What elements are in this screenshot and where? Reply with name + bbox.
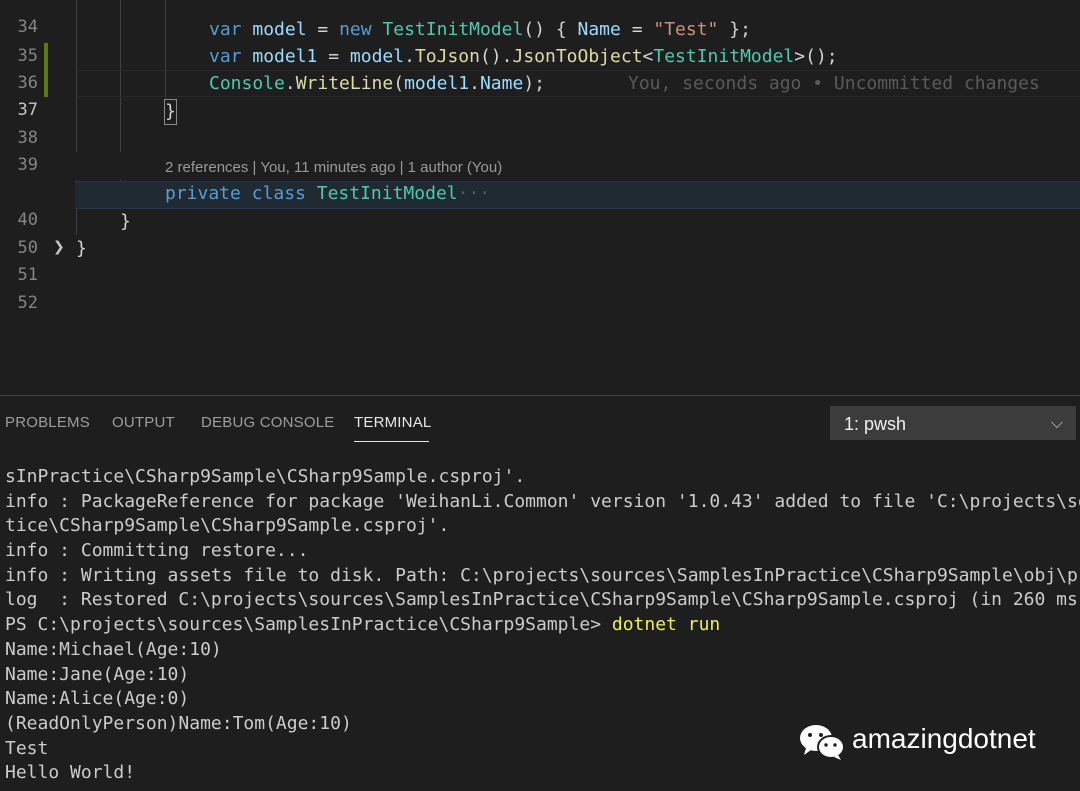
terminal-line: Hello World! <box>5 762 136 784</box>
code-token: class <box>251 183 306 204</box>
tab-problems[interactable]: PROBLEMS <box>5 414 90 431</box>
code-token: >(); <box>794 46 838 67</box>
terminal-line: Name:Jane(Age:10) <box>5 663 190 685</box>
bracket-match: } <box>164 99 177 125</box>
code-token: = <box>317 46 350 67</box>
code-token: ); <box>523 73 546 94</box>
code-text: var model1 = model.ToJson().JsonToObject… <box>209 43 838 70</box>
terminal-prompt: PS C:\projects\sources\SamplesInPractice… <box>5 614 612 636</box>
terminal-select[interactable]: 1: pwsh ⌵ <box>830 406 1076 440</box>
code-token: . <box>284 73 296 94</box>
line-number: 52 <box>17 293 38 313</box>
code-token: model <box>252 19 307 40</box>
wechat-icon <box>800 725 845 760</box>
watermark-text: amazingdotnet <box>852 723 1036 754</box>
code-line: 39 <box>0 125 1080 175</box>
code-token: ToJson <box>414 46 480 67</box>
code-token: } <box>120 211 131 232</box>
terminal-command: dotnet run <box>611 614 721 636</box>
code-token: model1 <box>252 46 318 67</box>
tab-terminal[interactable]: TERMINAL <box>354 414 431 431</box>
code-line: 51 } <box>0 235 1080 285</box>
code-token: Name <box>577 19 621 40</box>
terminal-line: log : Restored C:\projects\sources\Sampl… <box>5 589 1080 611</box>
codelens[interactable]: 2 references | You, 11 minutes ago | 1 a… <box>165 157 502 179</box>
code-token: "Test" <box>653 19 719 40</box>
code-token: WriteLine <box>295 73 394 94</box>
code-token: new <box>339 19 372 40</box>
code-token: model1 <box>404 73 470 94</box>
code-line: 38 } <box>0 98 1080 148</box>
code-token: (). <box>479 46 513 67</box>
code-token: } <box>76 238 87 259</box>
code-token: }; <box>718 19 751 40</box>
code-line: 50 } <box>0 208 1080 258</box>
code-text: } <box>120 208 131 235</box>
code-token: ··· <box>457 183 491 204</box>
code-line: 37 Console.WriteLine(model1.Name); You, … <box>0 70 1080 120</box>
code-token: var <box>209 46 242 67</box>
code-token: model <box>349 46 405 67</box>
code-token: ( <box>393 73 405 94</box>
line-number: 39 <box>17 155 38 175</box>
code-token: < <box>642 46 654 67</box>
terminal-line: info : Writing assets file to disk. Path… <box>5 564 1080 586</box>
terminal-line: tice\CSharp9Sample\CSharp9Sample.csproj'… <box>5 515 450 537</box>
terminal-line: Name:Alice(Age:0) <box>5 688 190 710</box>
code-text: Console.WriteLine(model1.Name); <box>209 70 545 97</box>
code-token: TestInitModel <box>653 46 795 67</box>
code-token: TestInitModel <box>382 19 524 40</box>
code-token: = <box>306 19 340 40</box>
code-token: } <box>165 101 176 122</box>
code-token: = <box>620 19 654 40</box>
code-text: private class TestInitModel··· <box>165 180 490 207</box>
git-blame-annotation: You, seconds ago • Uncommitted changes <box>628 73 1040 94</box>
code-line: 52 <box>0 263 1080 313</box>
code-line: 35 var model = new TestInitModel() { Nam… <box>0 16 1080 66</box>
code-text: var model = new TestInitModel() { Name =… <box>209 16 751 43</box>
code-text: } <box>76 235 87 262</box>
active-tab-indicator <box>354 441 429 442</box>
code-token: TestInitModel <box>316 183 458 204</box>
code-token: JsonToObject <box>512 46 643 67</box>
code-token: Name <box>479 73 524 94</box>
terminal-prompt-line: PS C:\projects\sources\SamplesInPractice… <box>5 613 1080 638</box>
code-token: . <box>404 46 415 67</box>
terminal-line: Name:Michael(Age:10) <box>5 638 222 660</box>
panel-tabs: PROBLEMS OUTPUT DEBUG CONSOLE TERMINAL 1… <box>0 396 1080 452</box>
code-token: private <box>165 183 241 204</box>
terminal-select-value: 1: pwsh <box>844 414 907 434</box>
terminal-line: sInPractice\CSharp9Sample\CSharp9Sample.… <box>5 466 526 487</box>
code-editor[interactable]: 34 35 var model = new TestInitModel() { … <box>0 0 1080 395</box>
code-token: () { <box>523 19 578 40</box>
terminal-line: info : PackageReference for package 'Wei… <box>5 490 1080 512</box>
code-line: 40 ❯ private class TestInitModel··· <box>0 180 1080 255</box>
code-token: Console <box>209 73 285 94</box>
terminal-line: info : Committing restore... <box>5 540 309 562</box>
code-token: . <box>469 73 480 94</box>
code-token: var <box>209 19 242 40</box>
tab-output[interactable]: OUTPUT <box>112 414 175 431</box>
watermark: amazingdotnet <box>798 720 1058 764</box>
chevron-down-icon: ⌵ <box>1050 413 1063 432</box>
code-line: 34 <box>0 0 1080 37</box>
code-line: 36 var model1 = model.ToJson().JsonToObj… <box>0 43 1080 93</box>
tab-debug-console[interactable]: DEBUG CONSOLE <box>201 414 334 431</box>
